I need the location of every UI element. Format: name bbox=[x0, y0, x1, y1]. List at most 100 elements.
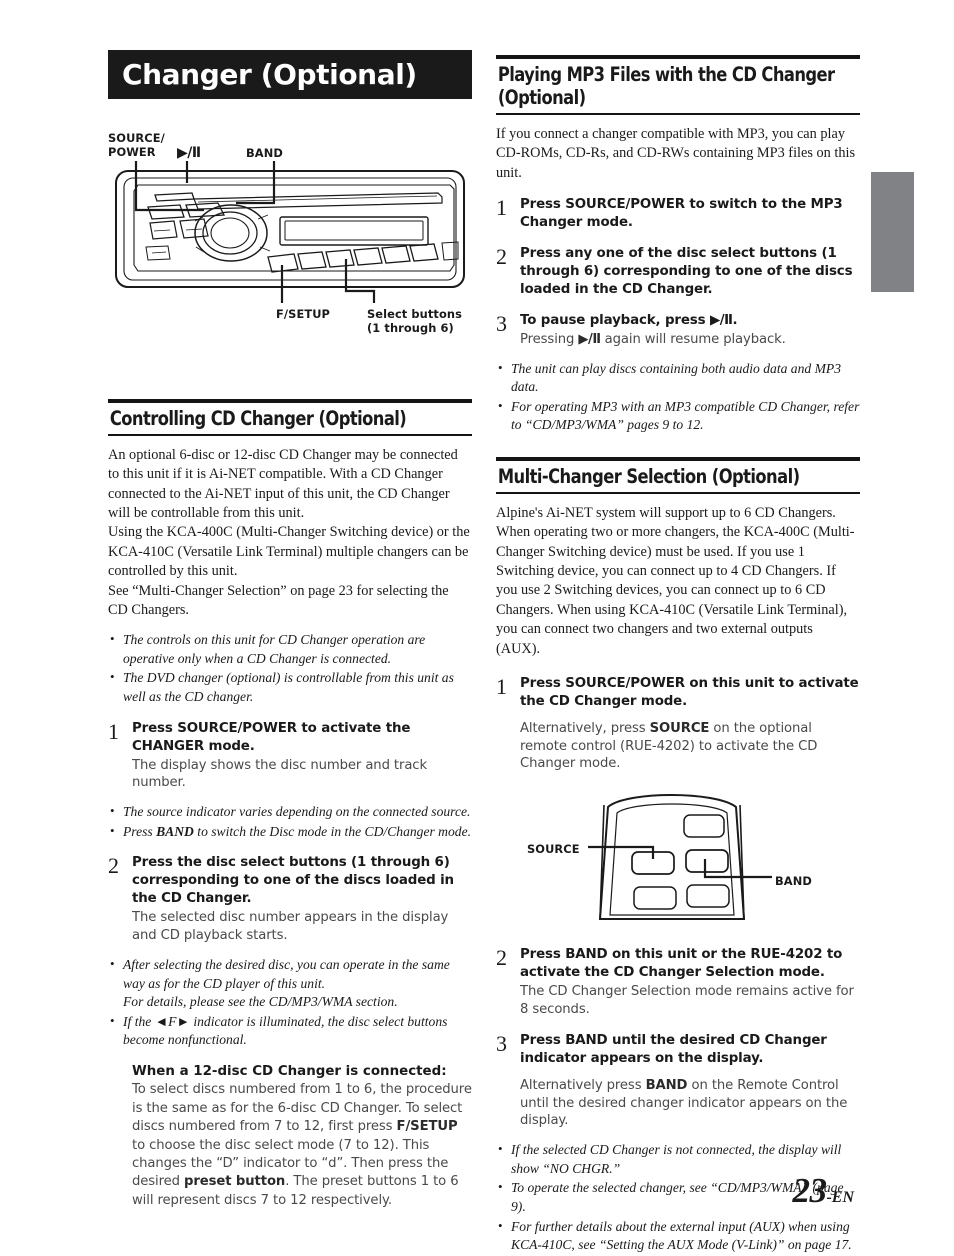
label-play-pause: ▶/Ⅱ bbox=[177, 145, 201, 161]
play-pause-icon: ▶/Ⅱ bbox=[578, 331, 601, 347]
step-title-pre: Press bbox=[132, 720, 178, 736]
subblock-text: To select discs numbered from 1 to 6, th… bbox=[132, 1081, 472, 1210]
step-1: 1 Press SOURCE/POWER to activate the CHA… bbox=[108, 720, 472, 793]
step-title: Press BAND until the desired CD Changer … bbox=[520, 1032, 860, 1068]
step-title: Press the disc select buttons (1 through… bbox=[132, 854, 472, 908]
note-item: If the ◄F► indicator is illuminated, the… bbox=[108, 1012, 472, 1050]
step-2: 2 Press any one of the disc select butto… bbox=[496, 245, 860, 299]
notes-list: The source indicator varies depending on… bbox=[108, 802, 472, 842]
step-title-pre: Press bbox=[520, 197, 566, 213]
left-column: Changer (Optional) SOURCE/ POWER ▶/Ⅱ BAN… bbox=[108, 50, 472, 1210]
head-unit-diagram: SOURCE/ POWER ▶/Ⅱ BAND F/SETUP Select bu… bbox=[108, 99, 472, 399]
step-title-post: corresponding to one of the discs loaded… bbox=[132, 873, 454, 907]
label-band: BAND bbox=[246, 146, 283, 160]
section-playing-mp3: Playing MP3 Files with the CD Changer (O… bbox=[496, 55, 860, 435]
paragraph: Alpine's Ai-NET system will support up t… bbox=[496, 505, 855, 657]
step-subtext: The CD Changer Selection mode remains ac… bbox=[520, 984, 854, 1017]
paragraph: If you connect a changer compatible with… bbox=[496, 126, 856, 181]
note-item: The controls on this unit for CD Changer… bbox=[108, 630, 472, 668]
step-subtext: Alternatively press BAND on the Remote C… bbox=[520, 1077, 860, 1130]
page-number: 23-EN bbox=[792, 1171, 854, 1211]
note-item: The unit can play discs containing both … bbox=[496, 359, 860, 397]
step-2: 2 Press the disc select buttons (1 throu… bbox=[108, 854, 472, 944]
step-title-pre: Press bbox=[520, 947, 566, 963]
note-item: For further details about the external i… bbox=[496, 1217, 860, 1255]
step-title: Press SOURCE/POWER to switch to the MP3 … bbox=[520, 196, 860, 232]
remote-illustration bbox=[588, 794, 772, 921]
sub-pre: Alternatively, press bbox=[520, 720, 650, 736]
subblock-heading: When a 12-disc CD Changer is connected: bbox=[132, 1063, 447, 1079]
section-controlling-cd-changer: Controlling CD Changer (Optional) An opt… bbox=[108, 399, 472, 1210]
paragraph: An optional 6-disc or 12-disc CD Changer… bbox=[108, 447, 458, 522]
sub-pre: Pressing bbox=[520, 331, 579, 347]
right-column: Playing MP3 Files with the CD Changer (O… bbox=[496, 55, 860, 1256]
page-number-value: 23 bbox=[792, 1171, 827, 1210]
notes-list: The controls on this unit for CD Changer… bbox=[108, 630, 472, 706]
step-title: Press SOURCE/POWER on this unit to activ… bbox=[520, 675, 860, 711]
step-subtext: The selected disc number appears in the … bbox=[132, 910, 449, 944]
sub-pre: Alternatively press bbox=[520, 1077, 646, 1093]
step-subtext: Pressing ▶/Ⅱ again will resume playback. bbox=[520, 331, 860, 349]
chapter-title: Changer (Optional) bbox=[122, 58, 417, 91]
chapter-thumb-tab bbox=[871, 172, 914, 292]
label-source-power: SOURCE/ POWER bbox=[108, 131, 165, 160]
step-title-bold: BAND bbox=[565, 1032, 608, 1048]
notes-list: The unit can play discs containing both … bbox=[496, 359, 860, 435]
section-heading: Playing MP3 Files with the CD Changer (O… bbox=[497, 63, 835, 109]
step-subtext: The display shows the disc number and tr… bbox=[132, 757, 427, 791]
step-number: 1 bbox=[496, 673, 507, 699]
note-item: The DVD changer (optional) is controllab… bbox=[108, 668, 472, 706]
play-pause-icon: ▶/Ⅱ bbox=[709, 312, 733, 328]
note-item: Press BAND to switch the Disc mode in th… bbox=[108, 822, 472, 842]
section-multi-changer: Multi-Changer Selection (Optional) Alpin… bbox=[496, 457, 860, 1255]
step-title-bold: select buttons (1 through 6) bbox=[240, 855, 450, 871]
step-title: Press BAND on this unit or the RUE-4202 … bbox=[520, 946, 860, 982]
step-title: Press any one of the disc select buttons… bbox=[520, 245, 860, 299]
step-number: 2 bbox=[496, 243, 507, 269]
step-title-bold: SOURCE/POWER bbox=[177, 720, 297, 736]
step-title-bold: SOURCE/POWER bbox=[565, 675, 685, 691]
label-f-setup: F/SETUP bbox=[276, 307, 330, 321]
sub-post: again will resume playback. bbox=[600, 331, 786, 347]
step-number: 2 bbox=[496, 945, 507, 971]
note-item: For operating MP3 with an MP3 compatible… bbox=[496, 397, 860, 435]
step-number: 3 bbox=[496, 310, 507, 336]
notes-list: After selecting the desired disc, you ca… bbox=[108, 955, 472, 1050]
subblock-12disc: When a 12-disc CD Changer is connected: … bbox=[108, 1063, 472, 1210]
step-title-bold: SOURCE/POWER bbox=[565, 197, 685, 213]
sub-bold: SOURCE bbox=[649, 720, 710, 736]
step-title-pre: Press bbox=[520, 1032, 566, 1048]
step-number: 3 bbox=[496, 1030, 507, 1056]
step-title-pre: To pause playback, press bbox=[520, 312, 710, 328]
step-3: 3 To pause playback, press ▶/Ⅱ. Pressing… bbox=[496, 312, 860, 349]
step-number: 1 bbox=[108, 718, 119, 744]
step-2: 2 Press BAND on this unit or the RUE-420… bbox=[496, 946, 860, 1019]
step-1: 1 Press SOURCE/POWER to switch to the MP… bbox=[496, 196, 860, 232]
section-heading: Multi-Changer Selection (Optional) bbox=[497, 465, 800, 489]
step-title-pre: Press any one of the disc bbox=[520, 245, 711, 261]
paragraph: Using the KCA-400C (Multi-Changer Switch… bbox=[108, 524, 470, 580]
remote-control-diagram: SOURCE BAND bbox=[496, 787, 860, 942]
step-3: 3 Press BAND until the desired CD Change… bbox=[496, 1032, 860, 1130]
step-title-post: . bbox=[732, 312, 738, 328]
step-number: 2 bbox=[108, 853, 119, 879]
step-title-pre: Press the disc bbox=[132, 855, 241, 871]
step-title: Press SOURCE/POWER to activate the CHANG… bbox=[132, 720, 472, 756]
note-item: After selecting the desired disc, you ca… bbox=[108, 955, 472, 1012]
paragraph: See “Multi-Changer Selection” on page 23… bbox=[108, 582, 449, 618]
step-1: 1 Press SOURCE/POWER on this unit to act… bbox=[496, 675, 860, 773]
sub-bold: BAND bbox=[645, 1077, 688, 1093]
note-item: The source indicator varies depending on… bbox=[108, 802, 472, 822]
step-number: 1 bbox=[496, 195, 507, 221]
step-title: To pause playback, press ▶/Ⅱ. bbox=[520, 312, 860, 330]
section-heading: Controlling CD Changer (Optional) bbox=[109, 407, 407, 430]
manual-page: Changer (Optional) SOURCE/ POWER ▶/Ⅱ BAN… bbox=[0, 0, 954, 1252]
sb-bold-preset-button: preset button bbox=[184, 1174, 286, 1190]
sb-bold-f-setup: F/SETUP bbox=[396, 1119, 458, 1135]
page-number-suffix: -EN bbox=[826, 1189, 854, 1206]
label-select-buttons: Select buttons (1 through 6) bbox=[367, 307, 462, 336]
step-title-bold: BAND bbox=[565, 947, 608, 963]
chapter-title-band: Changer (Optional) bbox=[108, 50, 472, 99]
step-subtext: Alternatively, press SOURCE on the optio… bbox=[520, 720, 860, 773]
step-title-pre: Press bbox=[520, 675, 566, 691]
